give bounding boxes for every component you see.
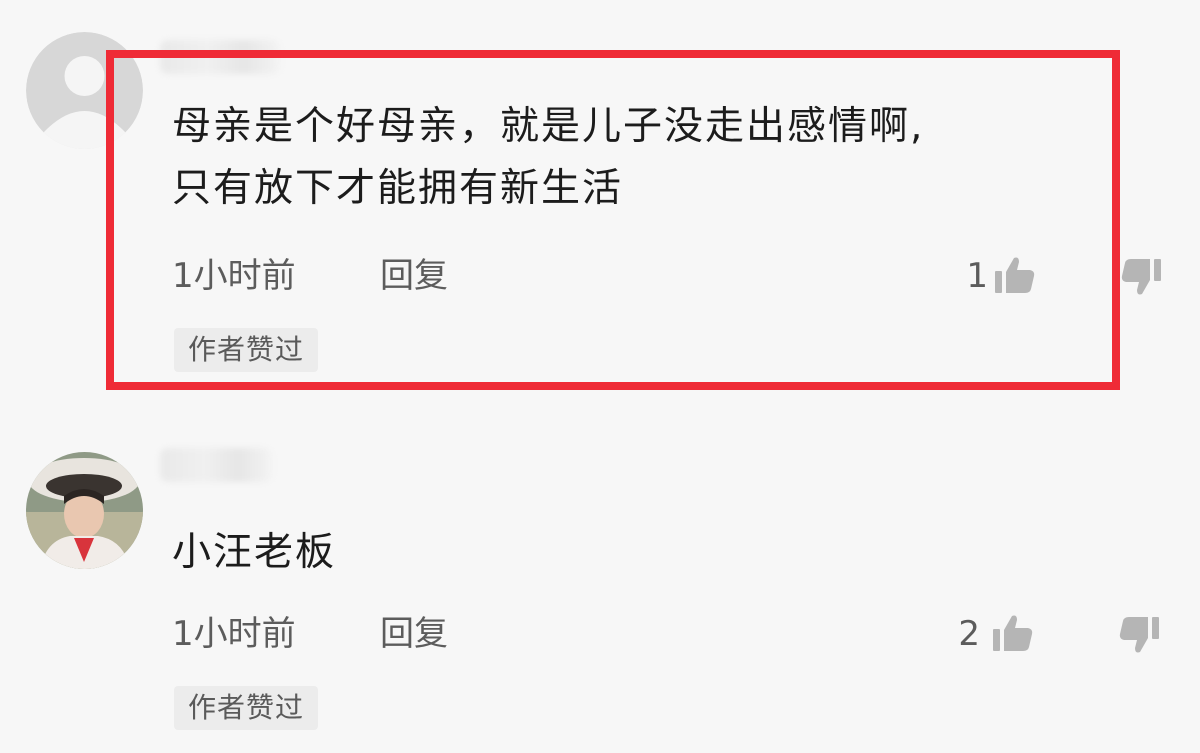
comment-text: 母亲是个好母亲，就是儿子没走出感情啊, 只有放下才能拥有新生活 (172, 96, 1122, 220)
author-liked-badge: 作者赞过 (174, 686, 319, 730)
comment-text-line: 母亲是个好母亲，就是儿子没走出感情啊, (172, 104, 925, 149)
comment-timestamp: 1小时前 (172, 614, 296, 654)
thumbs-down-icon[interactable] (1116, 612, 1162, 658)
username-blurred[interactable] (160, 448, 272, 482)
thumbs-down-icon[interactable] (1118, 254, 1164, 300)
comment-timestamp: 1小时前 (172, 256, 296, 296)
reply-button[interactable]: 回复 (380, 614, 448, 654)
username-blurred[interactable] (160, 40, 280, 74)
like-count: 1 (966, 256, 988, 296)
comment-text-line: 只有放下才能拥有新生活 (172, 166, 624, 211)
reply-button[interactable]: 回复 (380, 256, 448, 296)
author-liked-badge: 作者赞过 (174, 328, 319, 372)
comment-text: 小汪老板 (172, 522, 1122, 584)
user-photo-avatar[interactable] (26, 452, 143, 569)
thumbs-up-icon[interactable] (990, 610, 1036, 656)
comment-text-line: 小汪老板 (172, 530, 337, 575)
like-count: 2 (958, 614, 980, 654)
default-avatar-icon[interactable] (26, 32, 143, 149)
thumbs-up-icon[interactable] (992, 252, 1038, 298)
